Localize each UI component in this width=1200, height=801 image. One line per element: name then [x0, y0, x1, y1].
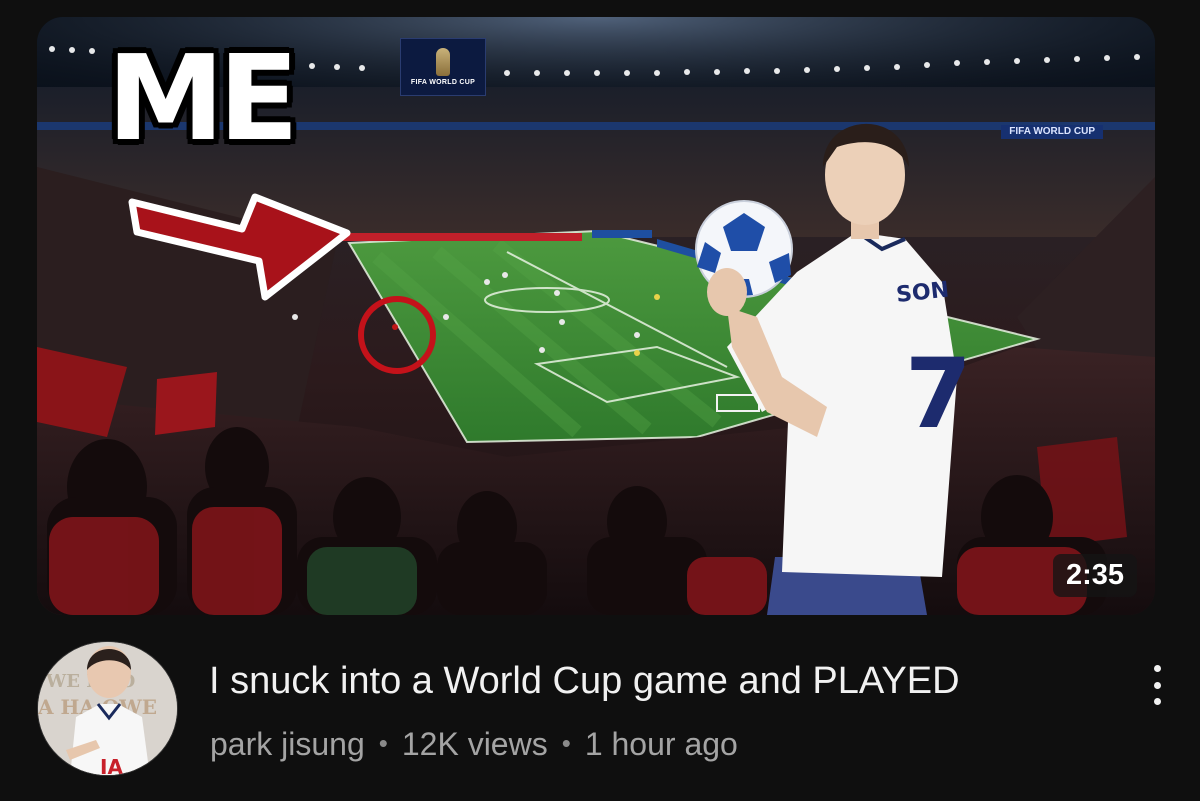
upload-age: 1 hour ago — [584, 726, 738, 762]
separator-dot: • — [378, 728, 388, 758]
fifa-world-cup-logo: FIFA WORLD CUP — [400, 38, 486, 96]
thumbnail-overlay-text: ME — [107, 29, 299, 167]
more-vert-icon[interactable] — [1147, 665, 1167, 705]
channel-name[interactable]: park jisung — [210, 726, 365, 762]
kebab-dot — [1153, 698, 1161, 705]
avatar-image: WE E TO A HA OWE IA — [38, 642, 177, 776]
trophy-icon — [436, 48, 450, 76]
video-thumbnail[interactable]: 7 SON FIFA WORLD CUP FIFA WORLD CUP ME 2… — [37, 17, 1155, 615]
stadium-banner: FIFA WORLD CUP — [1001, 125, 1103, 139]
svg-text:IA: IA — [100, 755, 123, 776]
duration-badge: 2:35 — [1052, 554, 1137, 597]
video-meta: WE E TO A HA OWE IA I snuck into a World… — [37, 641, 1167, 776]
video-title[interactable]: I snuck into a World Cup game and PLAYED — [209, 659, 960, 703]
logo-text: FIFA WORLD CUP — [410, 79, 476, 86]
kebab-dot — [1153, 665, 1161, 672]
channel-avatar[interactable]: WE E TO A HA OWE IA — [37, 641, 178, 776]
view-count: 12K views — [401, 726, 548, 762]
video-subline: park jisung • 12K views • 1 hour ago — [210, 723, 738, 764]
kebab-dot — [1153, 681, 1161, 689]
separator-dot: • — [561, 728, 571, 758]
jersey-number: 7 — [905, 338, 972, 450]
